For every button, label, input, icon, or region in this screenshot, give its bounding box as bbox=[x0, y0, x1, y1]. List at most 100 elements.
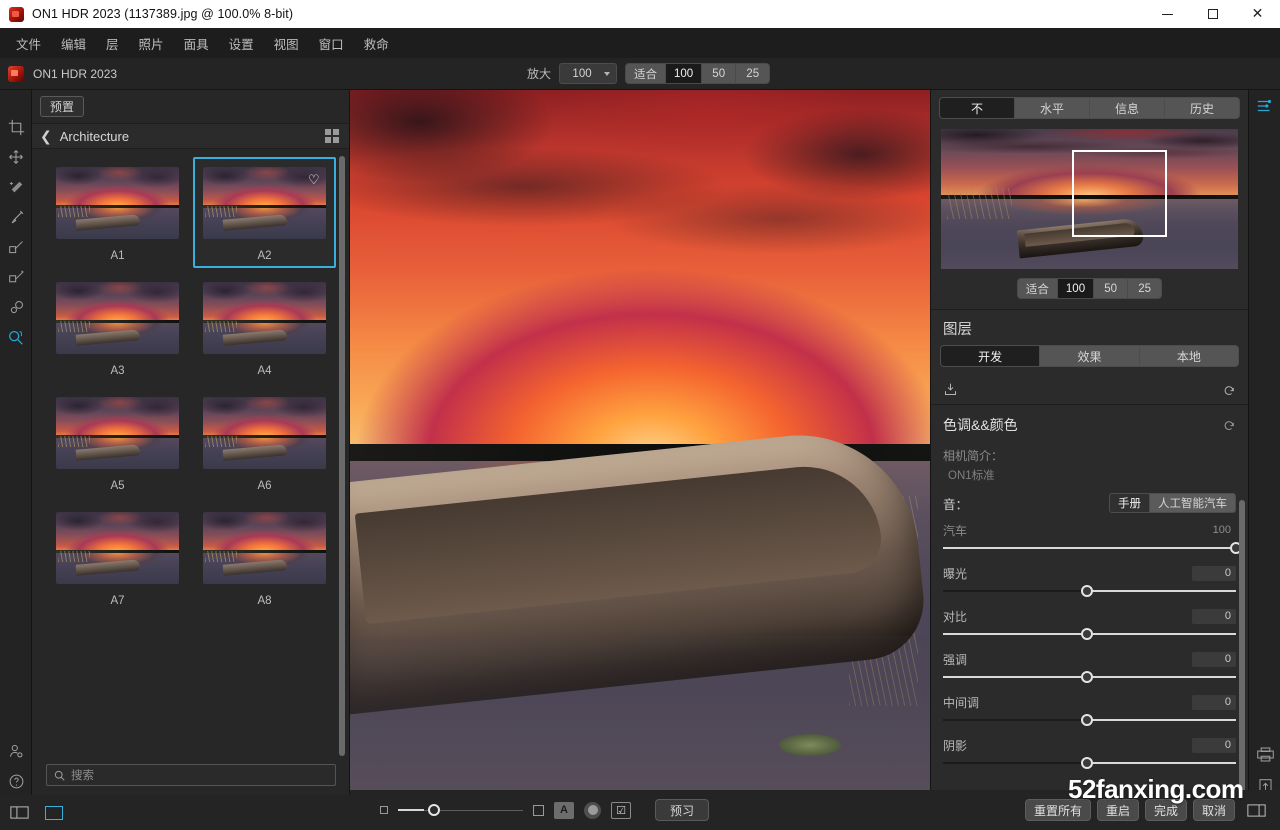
brush-size-knob[interactable] bbox=[428, 804, 440, 816]
zoom-level-select[interactable]: 100 bbox=[559, 63, 618, 84]
perfect-brush-tool[interactable] bbox=[0, 202, 32, 232]
reset-arrow-icon[interactable] bbox=[1222, 383, 1236, 397]
slider-value[interactable]: 0 bbox=[1192, 737, 1236, 753]
slider-value[interactable]: 0 bbox=[1192, 694, 1236, 710]
preset-item-a8[interactable]: A8 bbox=[193, 502, 336, 613]
preset-thumbnail-image bbox=[56, 167, 179, 239]
image-canvas[interactable] bbox=[350, 90, 930, 790]
retouch-wand-tool[interactable] bbox=[0, 172, 32, 202]
brush-size-slider[interactable] bbox=[398, 804, 523, 816]
preset-item-a2[interactable]: ♡ A2 bbox=[193, 157, 336, 268]
adjustable-gradient-tool[interactable] bbox=[0, 262, 32, 292]
clone-stamp-tool[interactable] bbox=[0, 292, 32, 322]
app-title: ON1 HDR 2023 bbox=[33, 66, 118, 81]
minimize-button[interactable] bbox=[1145, 0, 1190, 28]
tab-info[interactable]: 信息 bbox=[1090, 98, 1164, 118]
slider-highlights: 强调 0 bbox=[943, 650, 1236, 684]
preset-category-name: Architecture bbox=[59, 128, 130, 144]
heart-icon[interactable]: ♡ bbox=[308, 173, 322, 187]
close-button[interactable]: ✕ bbox=[1235, 0, 1280, 28]
menu-item-help[interactable]: 救命 bbox=[354, 30, 399, 57]
slider-track[interactable] bbox=[943, 670, 1236, 684]
slider-value[interactable]: 0 bbox=[1192, 651, 1236, 667]
preset-item-a7[interactable]: A7 bbox=[46, 502, 189, 613]
preset-thumbnail-list[interactable]: A1 ♡ A2 A3 A4 A5 A6 A7 A8 bbox=[32, 149, 350, 779]
grid-view-icon[interactable] bbox=[325, 129, 339, 143]
zoom-level-value: 100 bbox=[572, 67, 592, 80]
tab-levels[interactable]: 水平 bbox=[1015, 98, 1089, 118]
preset-item-a3[interactable]: A3 bbox=[46, 272, 189, 383]
apply-mask-button[interactable]: ☑ bbox=[611, 801, 631, 819]
maximize-button[interactable] bbox=[1190, 0, 1235, 28]
preset-item-a4[interactable]: A4 bbox=[193, 272, 336, 383]
nav-zoom-100[interactable]: 100 bbox=[1057, 279, 1094, 298]
slider-value[interactable]: 0 bbox=[1192, 565, 1236, 581]
panel-right-icon[interactable] bbox=[1247, 803, 1266, 818]
menu-item-photo[interactable]: 照片 bbox=[129, 30, 174, 57]
slider-value[interactable]: 0 bbox=[1192, 608, 1236, 624]
slider-label: 汽车 bbox=[943, 523, 968, 538]
navigator-preview[interactable] bbox=[941, 129, 1238, 269]
preset-item-a6[interactable]: A6 bbox=[193, 387, 336, 498]
tone-mode-ai-auto[interactable]: 人工智能汽车 bbox=[1150, 494, 1235, 512]
nav-zoom-50[interactable]: 50 bbox=[1094, 279, 1128, 298]
menu-item-window[interactable]: 窗口 bbox=[309, 30, 354, 57]
zoom-preset-fit[interactable]: 适合 bbox=[626, 64, 666, 83]
presets-button[interactable]: 预置 bbox=[40, 96, 85, 117]
preset-item-a1[interactable]: A1 bbox=[46, 157, 189, 268]
adjustments-button[interactable] bbox=[1249, 90, 1280, 122]
slider-knob[interactable] bbox=[1080, 628, 1093, 640]
move-tool[interactable] bbox=[0, 142, 32, 172]
nav-zoom-25[interactable]: 25 bbox=[1128, 279, 1162, 298]
slider-track[interactable] bbox=[943, 584, 1236, 598]
menu-item-layer[interactable]: 层 bbox=[96, 30, 129, 57]
tab-develop[interactable]: 开发 bbox=[941, 346, 1040, 366]
menu-item-file[interactable]: 文件 bbox=[6, 30, 51, 57]
tab-none[interactable]: 不 bbox=[940, 98, 1014, 118]
add-layer-icon[interactable] bbox=[943, 382, 958, 397]
slider-track[interactable] bbox=[943, 756, 1236, 770]
panel-left-icon[interactable] bbox=[10, 805, 29, 820]
right-panel-tabs: 不 水平 信息 历史 bbox=[939, 97, 1240, 119]
slider-label: 阴影 bbox=[943, 738, 968, 753]
slider-track[interactable] bbox=[943, 627, 1236, 641]
crop-tool[interactable] bbox=[0, 112, 32, 142]
browser-scrollbar[interactable] bbox=[339, 156, 345, 776]
tab-local[interactable]: 本地 bbox=[1139, 346, 1238, 366]
preset-item-a5[interactable]: A5 bbox=[46, 387, 189, 498]
slider-track[interactable] bbox=[943, 713, 1236, 727]
menu-item-edit[interactable]: 编辑 bbox=[51, 30, 96, 57]
color-swatch[interactable] bbox=[45, 805, 63, 820]
preset-label: A5 bbox=[110, 480, 125, 492]
text-overlay-button[interactable]: A bbox=[554, 801, 574, 819]
nav-zoom-fit[interactable]: 适合 bbox=[1017, 279, 1057, 298]
slider-track[interactable] bbox=[943, 541, 1242, 555]
slider-knob[interactable] bbox=[1080, 714, 1093, 726]
navigator-viewport-rect[interactable] bbox=[1071, 150, 1167, 237]
masking-brush-tool[interactable] bbox=[0, 232, 32, 262]
preview-button[interactable]: 预习 bbox=[655, 799, 710, 821]
category-back-group[interactable]: ❮ Architecture bbox=[40, 129, 129, 144]
zoom-tool[interactable] bbox=[0, 322, 32, 352]
tab-history[interactable]: 历史 bbox=[1165, 98, 1239, 118]
camera-profile-value[interactable]: ON1标准 bbox=[943, 467, 1236, 483]
tone-mode-manual[interactable]: 手册 bbox=[1110, 494, 1149, 512]
chevron-left-icon[interactable]: ❮ bbox=[40, 129, 52, 143]
slider-knob[interactable] bbox=[1080, 757, 1093, 769]
tab-effects[interactable]: 效果 bbox=[1040, 346, 1139, 366]
print-button[interactable] bbox=[1249, 738, 1280, 770]
reset-arrow-icon[interactable] bbox=[1222, 418, 1236, 432]
zoom-preset-100[interactable]: 100 bbox=[666, 64, 702, 83]
soft-edge-button[interactable] bbox=[584, 801, 601, 819]
menu-item-settings[interactable]: 设置 bbox=[219, 30, 264, 57]
menu-item-view[interactable]: 视图 bbox=[264, 30, 309, 57]
slider-value[interactable]: 100 bbox=[1192, 523, 1236, 538]
zoom-preset-25[interactable]: 25 bbox=[736, 64, 770, 83]
account-button[interactable] bbox=[0, 736, 32, 766]
help-button[interactable] bbox=[0, 766, 32, 796]
menu-item-mask[interactable]: 面具 bbox=[174, 30, 219, 57]
zoom-preset-50[interactable]: 50 bbox=[702, 64, 736, 83]
slider-knob[interactable] bbox=[1080, 585, 1093, 597]
search-input[interactable]: 搜索 bbox=[46, 764, 336, 786]
slider-knob[interactable] bbox=[1080, 671, 1093, 683]
